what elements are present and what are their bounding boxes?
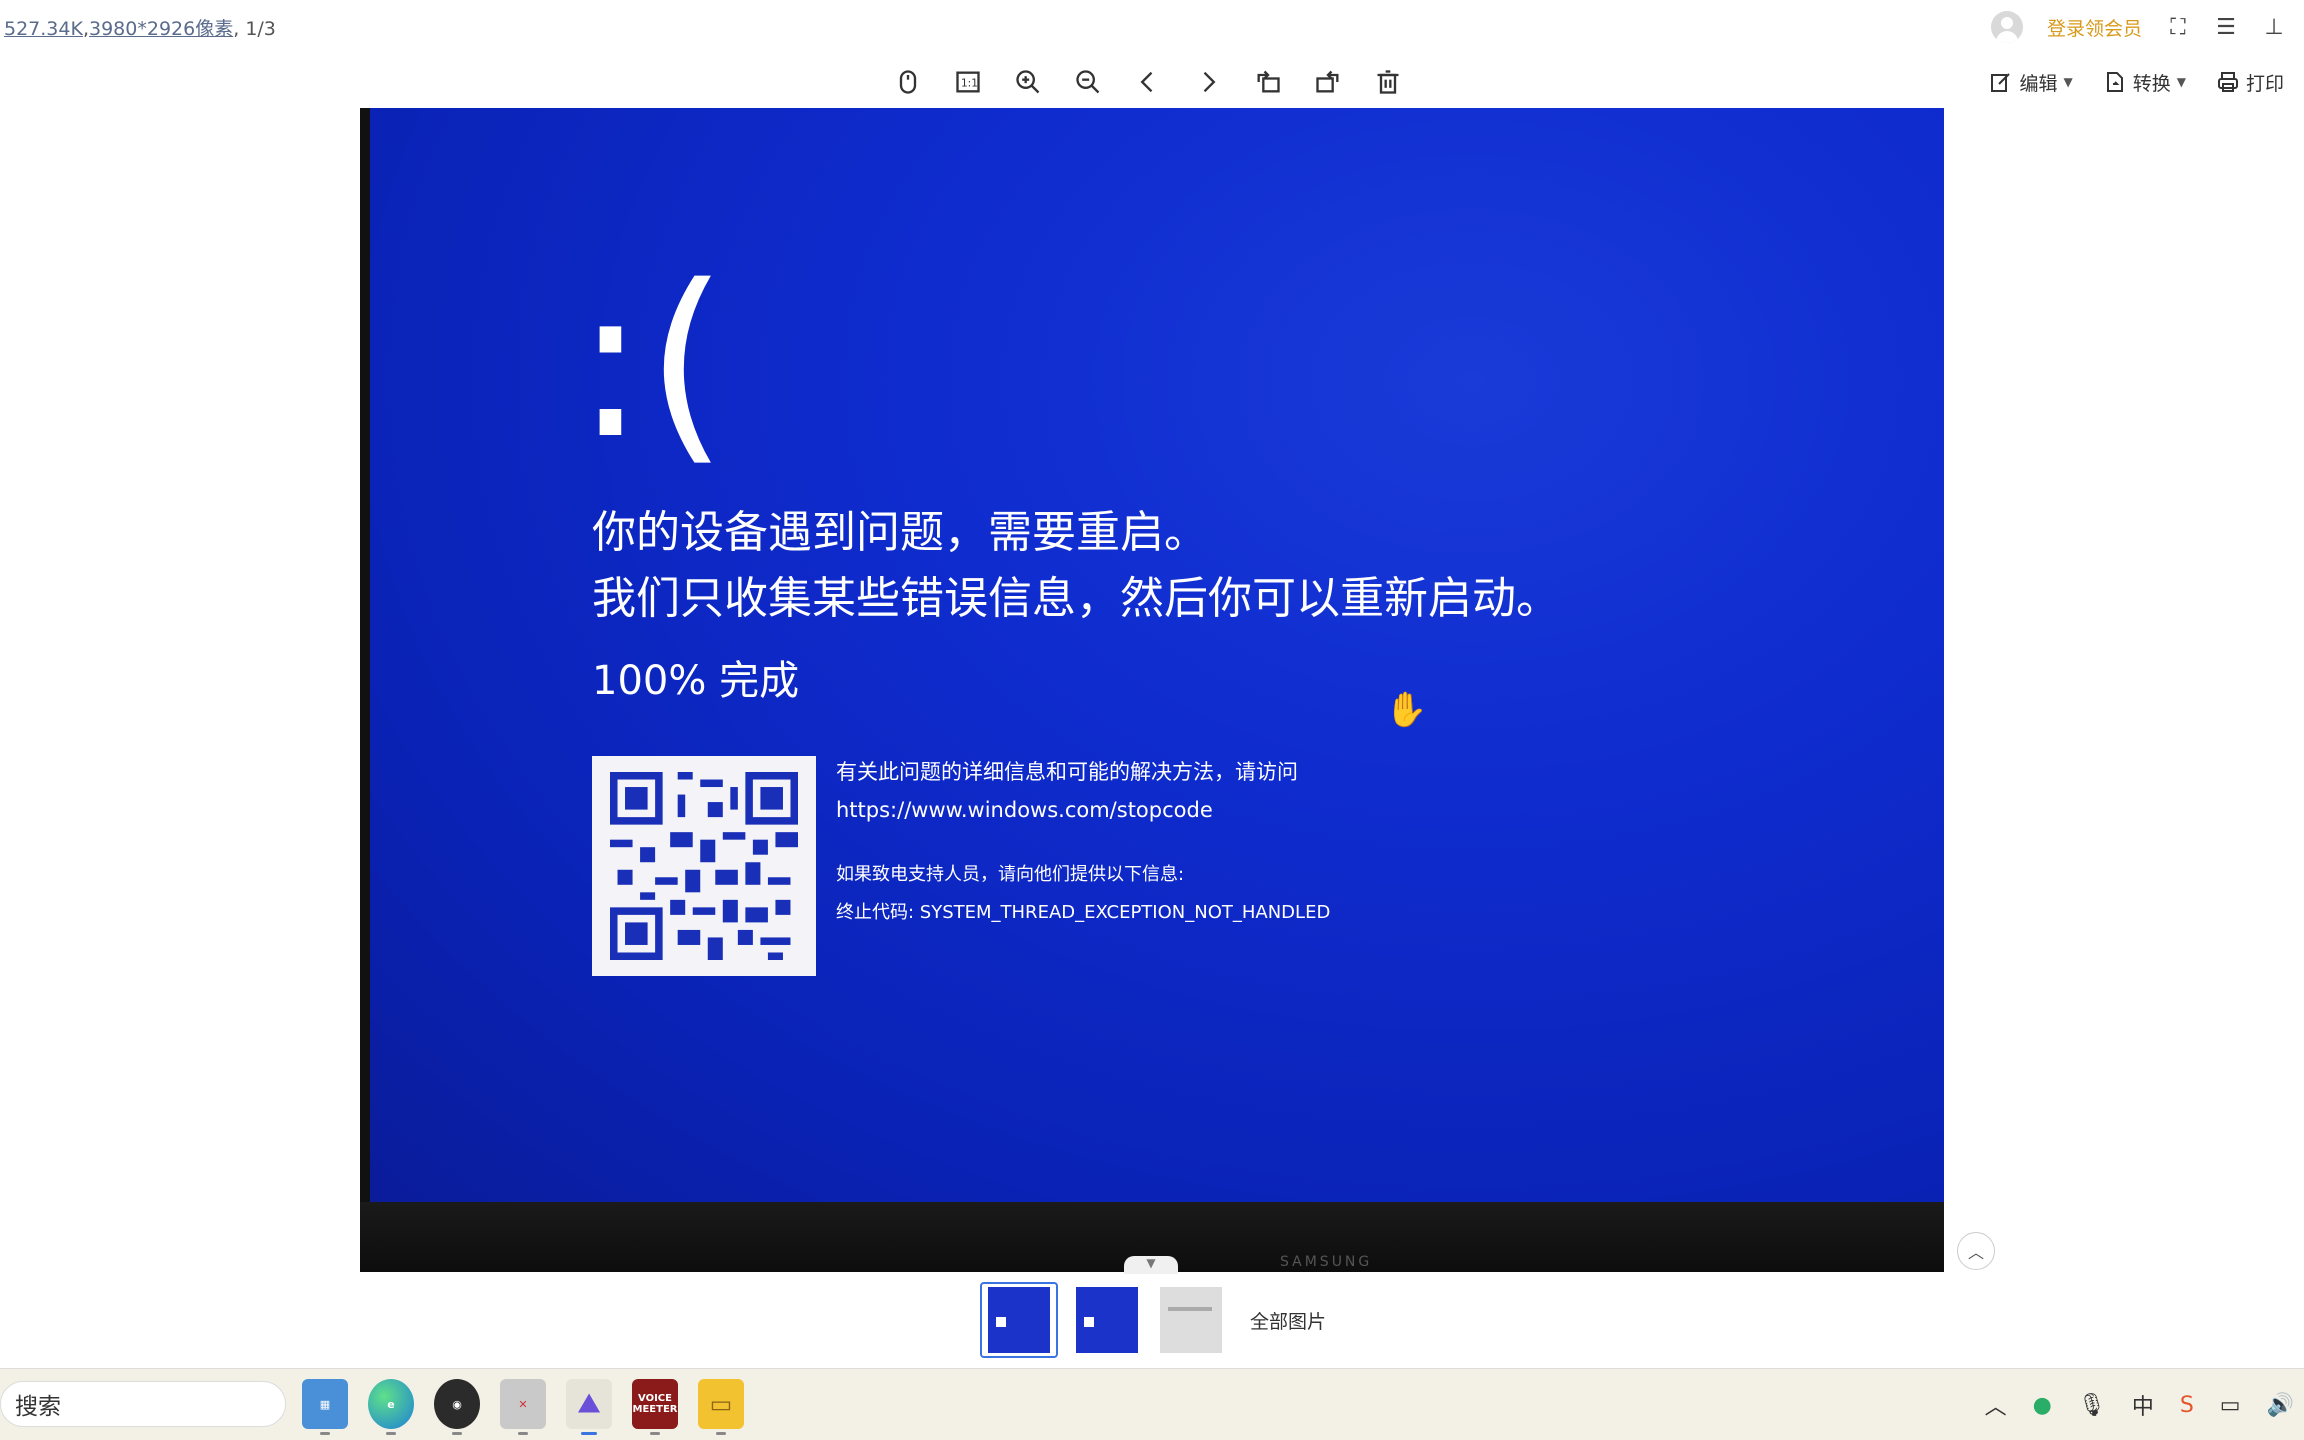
image-viewer: 527.34K,3980*2926像素, 1/3 登录领会员 ⛶ ☰ ⊥ 1:1	[0, 0, 2304, 1368]
taskbar-app-voicemeeter[interactable]: VOICE MEETER	[632, 1379, 678, 1435]
edit-label: 编辑	[2019, 72, 2058, 95]
bsod-frown: :(	[575, 240, 728, 485]
thumbnail-3[interactable]	[1156, 1285, 1226, 1355]
edge-icon: e	[387, 1397, 395, 1411]
convert-menu[interactable]: 转换 ▼	[2103, 69, 2186, 96]
voicemeeter-label-2: MEETER	[632, 1404, 678, 1415]
thumbnail-image	[1076, 1287, 1138, 1353]
bsod-detail-intro: 有关此问题的详细信息和可能的解决方法，请访问	[836, 760, 1298, 784]
taskbar: 搜索 ▦ e ◉ ✕ ⛰ VOICE MEETER ▭ ︿ ● 🎙 中 S ▭ 🔊	[0, 1368, 2304, 1440]
bsod-support-line: 如果致电支持人员，请向他们提供以下信息:	[836, 864, 1185, 885]
tool-icon: ✕	[518, 1397, 528, 1411]
taskbar-app-widgets[interactable]: ▦	[302, 1379, 348, 1435]
file-size: 527.34K	[4, 18, 83, 40]
top-right-controls: 登录领会员 ⛶ ☰ ⊥	[1990, 10, 2286, 44]
trash-icon	[1377, 70, 1399, 94]
caret-down-icon: ▼	[2063, 75, 2073, 89]
monitor-brand: SAMSUNG	[1280, 1254, 1373, 1270]
all-pictures-link[interactable]: 全部图片	[1250, 1307, 1326, 1334]
collapse-thumbnails-button[interactable]: ▼	[1124, 1256, 1178, 1274]
taskbar-app-file-explorer[interactable]: ▭	[698, 1379, 744, 1435]
taskbar-search[interactable]: 搜索	[0, 1381, 286, 1427]
sogou-icon[interactable]: S	[2180, 1393, 2194, 1418]
avatar[interactable]	[1990, 11, 2023, 43]
thumbnail-1[interactable]	[980, 1282, 1058, 1358]
taskbar-apps: ▦ e ◉ ✕ ⛰ VOICE MEETER ▭	[302, 1379, 744, 1435]
system-tray: ︿ ● 🎙 中 S ▭ 🔊	[1985, 1389, 2294, 1421]
zoom-out-button[interactable]	[1070, 64, 1106, 100]
network-icon[interactable]: ▭	[2220, 1393, 2241, 1418]
displayed-photo[interactable]: :( 你的设备遇到问题，需要重启。 我们只收集某些错误信息，然后你可以重新启动。…	[360, 108, 1944, 1272]
mouse-mode-button[interactable]	[890, 64, 926, 100]
rotate-right-icon	[1316, 70, 1339, 93]
voicemeeter-label-1: VOICE	[638, 1393, 672, 1404]
taskbar-app-obs[interactable]: ◉	[434, 1379, 480, 1435]
thumbnail-image	[1160, 1287, 1222, 1353]
thumbnail-2[interactable]	[1072, 1285, 1142, 1355]
svg-text:1:1: 1:1	[961, 78, 978, 90]
qr-code	[592, 756, 816, 976]
convert-icon	[2106, 72, 2123, 92]
edit-icon	[1991, 73, 2011, 92]
widgets-icon: ▦	[319, 1397, 331, 1411]
previous-button[interactable]	[1130, 64, 1166, 100]
volume-icon[interactable]: 🔊	[2267, 1393, 2294, 1418]
next-button[interactable]	[1190, 64, 1226, 100]
mouse-icon	[899, 70, 917, 94]
blue-screen: :( 你的设备遇到问题，需要重启。 我们只收集某些错误信息，然后你可以重新启动。…	[370, 108, 1944, 1202]
file-info: 527.34K,3980*2926像素, 1/3	[4, 18, 276, 40]
member-link[interactable]: 登录领会员	[2047, 14, 2142, 41]
chevron-right-icon	[1203, 71, 1216, 93]
pin-icon[interactable]: ⊥	[2262, 15, 2286, 40]
bsod-message-1: 你的设备遇到问题，需要重启。	[592, 507, 1208, 558]
toolbar-right: 编辑 ▼ 转换 ▼ 打印	[1989, 62, 2284, 102]
bsod-detail-url: https://www.windows.com/stopcode	[836, 798, 1213, 822]
qr-code-graphic	[610, 772, 798, 960]
image-dimensions: 3980*2926像素	[89, 18, 234, 40]
chevron-left-icon	[1140, 71, 1153, 93]
convert-label: 转换	[2132, 72, 2171, 95]
zoom-in-button[interactable]	[1010, 64, 1046, 100]
actual-size-button[interactable]: 1:1	[950, 64, 986, 100]
zoom-in-icon	[1016, 70, 1040, 94]
actual-size-icon: 1:1	[956, 71, 980, 93]
input-method-icon[interactable]: 中	[2132, 1389, 2154, 1421]
printer-icon	[2217, 72, 2238, 92]
taskbar-app-tool[interactable]: ✕	[500, 1379, 546, 1435]
delete-button[interactable]	[1370, 64, 1406, 100]
chevron-up-icon[interactable]: ︿	[1985, 1389, 2007, 1421]
hand-cursor-icon: ✋	[1385, 690, 1428, 730]
image-toolbar: 1:1	[890, 62, 1406, 102]
thumbnail-strip: 全部图片	[980, 1282, 1326, 1358]
chevron-up-icon: ︿	[1967, 1243, 1984, 1262]
rotate-left-icon	[1257, 70, 1280, 93]
bsod-progress: 100% 完成	[592, 658, 800, 704]
menu-icon[interactable]: ☰	[2214, 15, 2238, 40]
scroll-top-button[interactable]: ︿	[1957, 1232, 1995, 1270]
photo-viewer-icon: ⛰	[578, 1388, 600, 1419]
bsod-message-2: 我们只收集某些错误信息，然后你可以重新启动。	[592, 573, 1560, 624]
bsod-stop-code: 终止代码: SYSTEM_THREAD_EXCEPTION_NOT_HANDLE…	[836, 902, 1331, 923]
zoom-out-icon	[1076, 70, 1100, 94]
rotate-right-button[interactable]	[1310, 64, 1346, 100]
print-label: 打印	[2245, 72, 2284, 95]
print-button[interactable]: 打印	[2216, 69, 2284, 96]
wechat-icon[interactable]: ●	[2033, 1393, 2052, 1418]
obs-icon: ◉	[452, 1397, 462, 1411]
microphone-icon[interactable]: 🎙	[2078, 1393, 2106, 1418]
thumbnail-image	[988, 1287, 1050, 1353]
folder-icon: ▭	[709, 1390, 733, 1418]
taskbar-app-photo-viewer[interactable]: ⛰	[566, 1379, 612, 1435]
taskbar-app-edge[interactable]: e	[368, 1379, 414, 1435]
page-indicator: 1/3	[245, 18, 276, 40]
fullscreen-icon[interactable]: ⛶	[2166, 15, 2190, 40]
edit-menu[interactable]: 编辑 ▼	[1989, 69, 2073, 96]
rotate-left-button[interactable]	[1250, 64, 1286, 100]
caret-down-icon: ▼	[2176, 75, 2186, 89]
